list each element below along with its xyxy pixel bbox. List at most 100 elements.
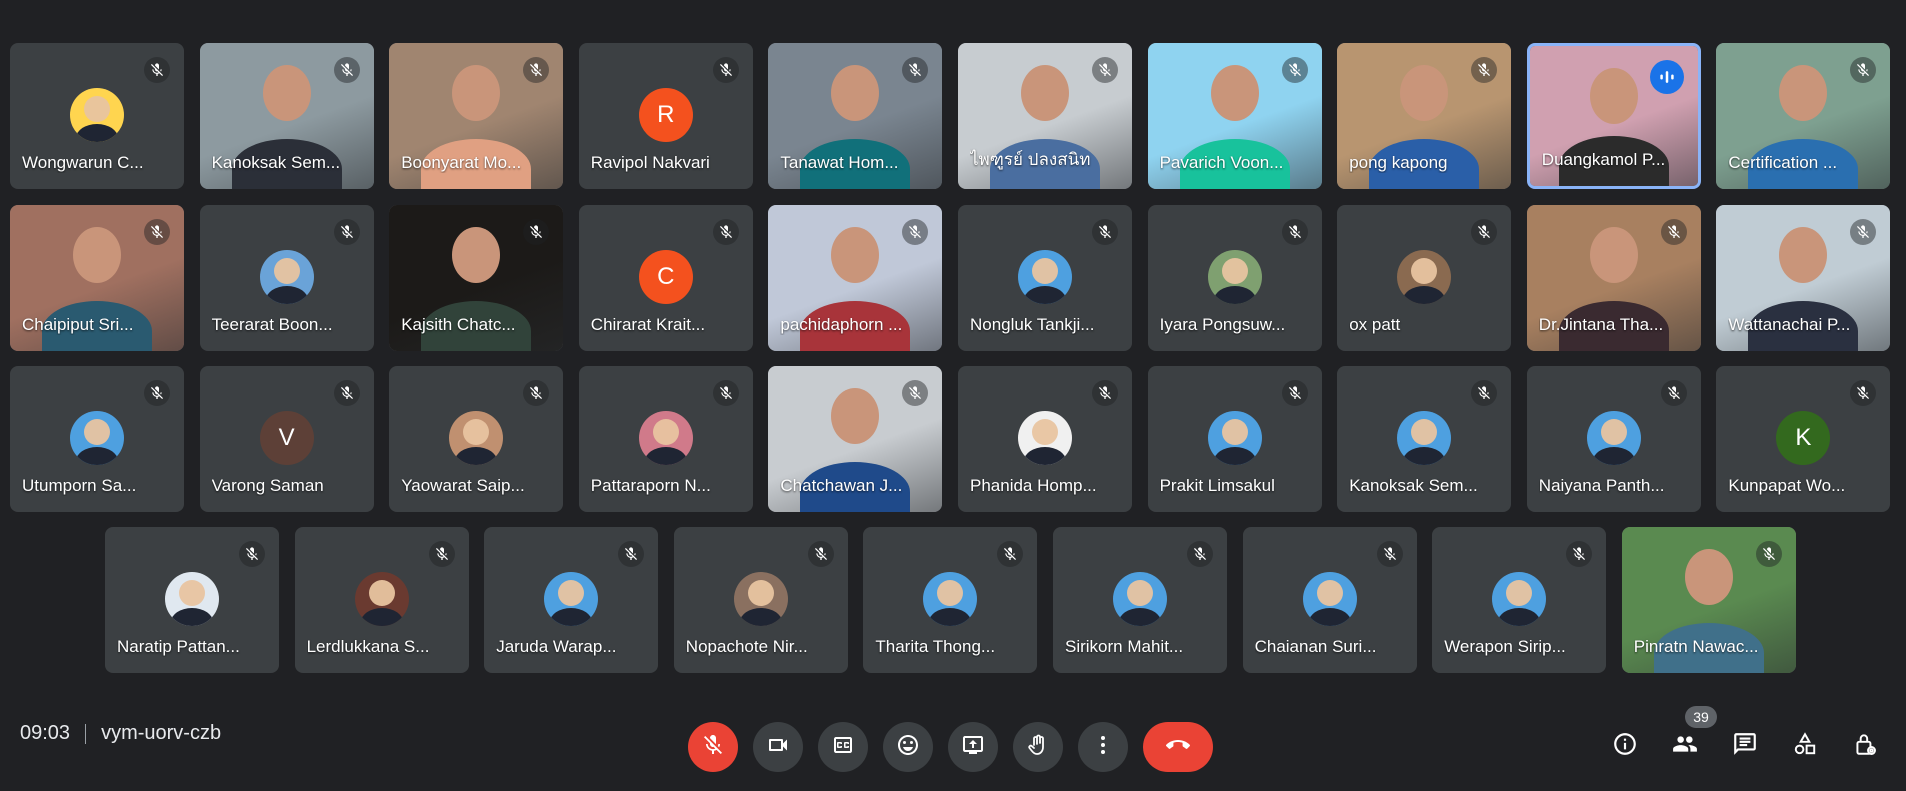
participant-tile[interactable]: V Varong Saman: [199, 366, 374, 512]
activities-button[interactable]: [1781, 722, 1829, 770]
camera-toggle-button[interactable]: [753, 722, 803, 772]
participant-avatar: [165, 571, 219, 626]
participant-tile[interactable]: Chatchawan J...: [768, 366, 943, 512]
participant-name: Wongwarun C...: [22, 153, 144, 172]
mic-off-icon: [144, 57, 170, 83]
participant-name: Naiyana Panth...: [1538, 476, 1665, 495]
participant-avatar: [70, 87, 124, 142]
participant-tile[interactable]: Tharita Thong...: [863, 527, 1038, 673]
participant-tile[interactable]: Nopachote Nir...: [673, 527, 848, 673]
present-button[interactable]: [948, 722, 998, 772]
participant-tile[interactable]: Pattaraporn N...: [578, 366, 753, 512]
participant-tile[interactable]: Wongwarun C...: [10, 43, 184, 189]
chat-icon: [1732, 731, 1758, 762]
participant-tile[interactable]: Iyara Pongsuw...: [1147, 205, 1322, 351]
participant-name: Pinratn Nawac...: [1633, 637, 1759, 656]
host-controls-button[interactable]: [1841, 722, 1889, 770]
captions-button[interactable]: [818, 722, 868, 772]
participant-name: Nongluk Tankji...: [970, 315, 1095, 334]
video-person: [1210, 65, 1259, 121]
participant-tile[interactable]: Yaowarat Saip...: [389, 366, 564, 512]
mic-off-icon: [333, 219, 360, 245]
participant-name: Naratip Pattan...: [117, 637, 240, 656]
participant-name: Kajsith Chatc...: [401, 315, 516, 334]
mic-off-icon: [1281, 219, 1308, 245]
meeting-details-button[interactable]: [1601, 722, 1649, 770]
mic-off-icon: [1092, 380, 1118, 406]
hand-icon: [1026, 733, 1050, 762]
participant-name: Sirikorn Mahit...: [1065, 637, 1184, 656]
participant-tile[interactable]: pachidaphorn ...: [768, 205, 943, 351]
participant-tile[interactable]: pong kapong: [1337, 43, 1512, 189]
participant-avatar: [1018, 249, 1072, 304]
participant-tile[interactable]: Jaruda Warap...: [484, 527, 659, 673]
leave-call-button[interactable]: [1143, 722, 1213, 772]
people-button[interactable]: [1661, 722, 1709, 770]
chat-button[interactable]: [1721, 722, 1769, 770]
mic-off-icon: [523, 219, 550, 245]
more-options-button[interactable]: [1078, 722, 1128, 772]
participant-tile[interactable]: Kajsith Chatc...: [389, 205, 564, 351]
avatar-initial: C: [657, 262, 675, 290]
participant-avatar: [638, 410, 693, 465]
raise-hand-button[interactable]: [1013, 722, 1063, 772]
participant-tile[interactable]: Dr.Jintana Tha...: [1526, 205, 1701, 351]
participant-tile[interactable]: Lerdlukkana S...: [294, 527, 469, 673]
mic-off-icon: [1092, 57, 1118, 83]
participant-tile[interactable]: Teerarat Boon...: [199, 205, 374, 351]
avatar-initial: K: [1795, 423, 1812, 451]
participant-tile[interactable]: Pavarich Voon...: [1147, 43, 1322, 189]
participant-name: Ravipol Nakvari: [590, 153, 710, 172]
participant-tile[interactable]: C Chirarat Krait...: [578, 205, 753, 351]
participant-name: Utumporn Sa...: [22, 476, 137, 495]
participant-avatar: [1018, 410, 1072, 465]
participant-tile[interactable]: K Kunpapat Wo...: [1716, 366, 1891, 512]
participant-tile[interactable]: R Ravipol Nakvari: [578, 43, 753, 189]
participant-name: Varong Saman: [211, 476, 324, 495]
participant-tile[interactable]: Wattanachai P...: [1716, 205, 1891, 351]
participant-avatar: V: [259, 410, 314, 465]
participant-name: Chaipiput Sri...: [22, 315, 134, 334]
video-person: [1589, 227, 1638, 283]
call-end-icon: [1166, 733, 1190, 762]
participant-avatar: R: [638, 87, 693, 142]
participant-name: ไพฑูรย์ ปลงสนิท: [970, 150, 1091, 169]
participant-tile[interactable]: Kanoksak Sem...: [1337, 366, 1512, 512]
participant-tile[interactable]: ox patt: [1337, 205, 1512, 351]
meeting-code: vym-uorv-czb: [101, 722, 222, 744]
host-controls-icon: [1852, 731, 1878, 762]
mic-off-icon: [1471, 219, 1498, 245]
participant-tile[interactable]: Naratip Pattan...: [105, 527, 279, 673]
separator: [85, 723, 87, 744]
participant-tile[interactable]: Chaianan Suri...: [1242, 527, 1417, 673]
participant-name: Werapon Sirip...: [1444, 637, 1566, 656]
participant-name: Teerarat Boon...: [211, 315, 333, 334]
participant-tile[interactable]: Naiyana Panth...: [1526, 366, 1701, 512]
activities-icon: [1792, 731, 1818, 762]
participant-tile[interactable]: Boonyarat Mo...: [389, 43, 564, 189]
participant-tile[interactable]: Certification ...: [1716, 43, 1891, 189]
video-person: [452, 227, 501, 283]
emoji-icon: [896, 733, 920, 762]
participant-tile[interactable]: Prakit Limsakul: [1147, 366, 1322, 512]
reactions-button[interactable]: [883, 722, 933, 772]
participant-tile[interactable]: Tanawat Hom...: [768, 43, 943, 189]
mic-off-icon: [1471, 57, 1498, 83]
info-icon: [1612, 731, 1638, 762]
participant-tile[interactable]: Nongluk Tankji...: [958, 205, 1132, 351]
participant-tile[interactable]: Phanida Homp...: [958, 366, 1132, 512]
mic-toggle-button[interactable]: [688, 722, 738, 772]
participant-tile[interactable]: Duangkamol P...: [1526, 43, 1701, 189]
participant-avatar: [544, 571, 599, 626]
participant-tile[interactable]: Werapon Sirip...: [1432, 527, 1607, 673]
people-icon: [1672, 731, 1698, 762]
participant-tile[interactable]: Sirikorn Mahit...: [1053, 527, 1227, 673]
participant-avatar: [354, 571, 409, 626]
mic-off-icon: [333, 57, 360, 83]
participant-tile[interactable]: Pinratn Nawac...: [1621, 527, 1796, 673]
participant-tile[interactable]: Kanoksak Sem...: [199, 43, 374, 189]
participant-tile[interactable]: ไพฑูรย์ ปลงสนิท: [958, 43, 1132, 189]
participant-avatar: K: [1776, 410, 1831, 465]
participant-tile[interactable]: Chaipiput Sri...: [10, 205, 184, 351]
participant-tile[interactable]: Utumporn Sa...: [10, 366, 184, 512]
